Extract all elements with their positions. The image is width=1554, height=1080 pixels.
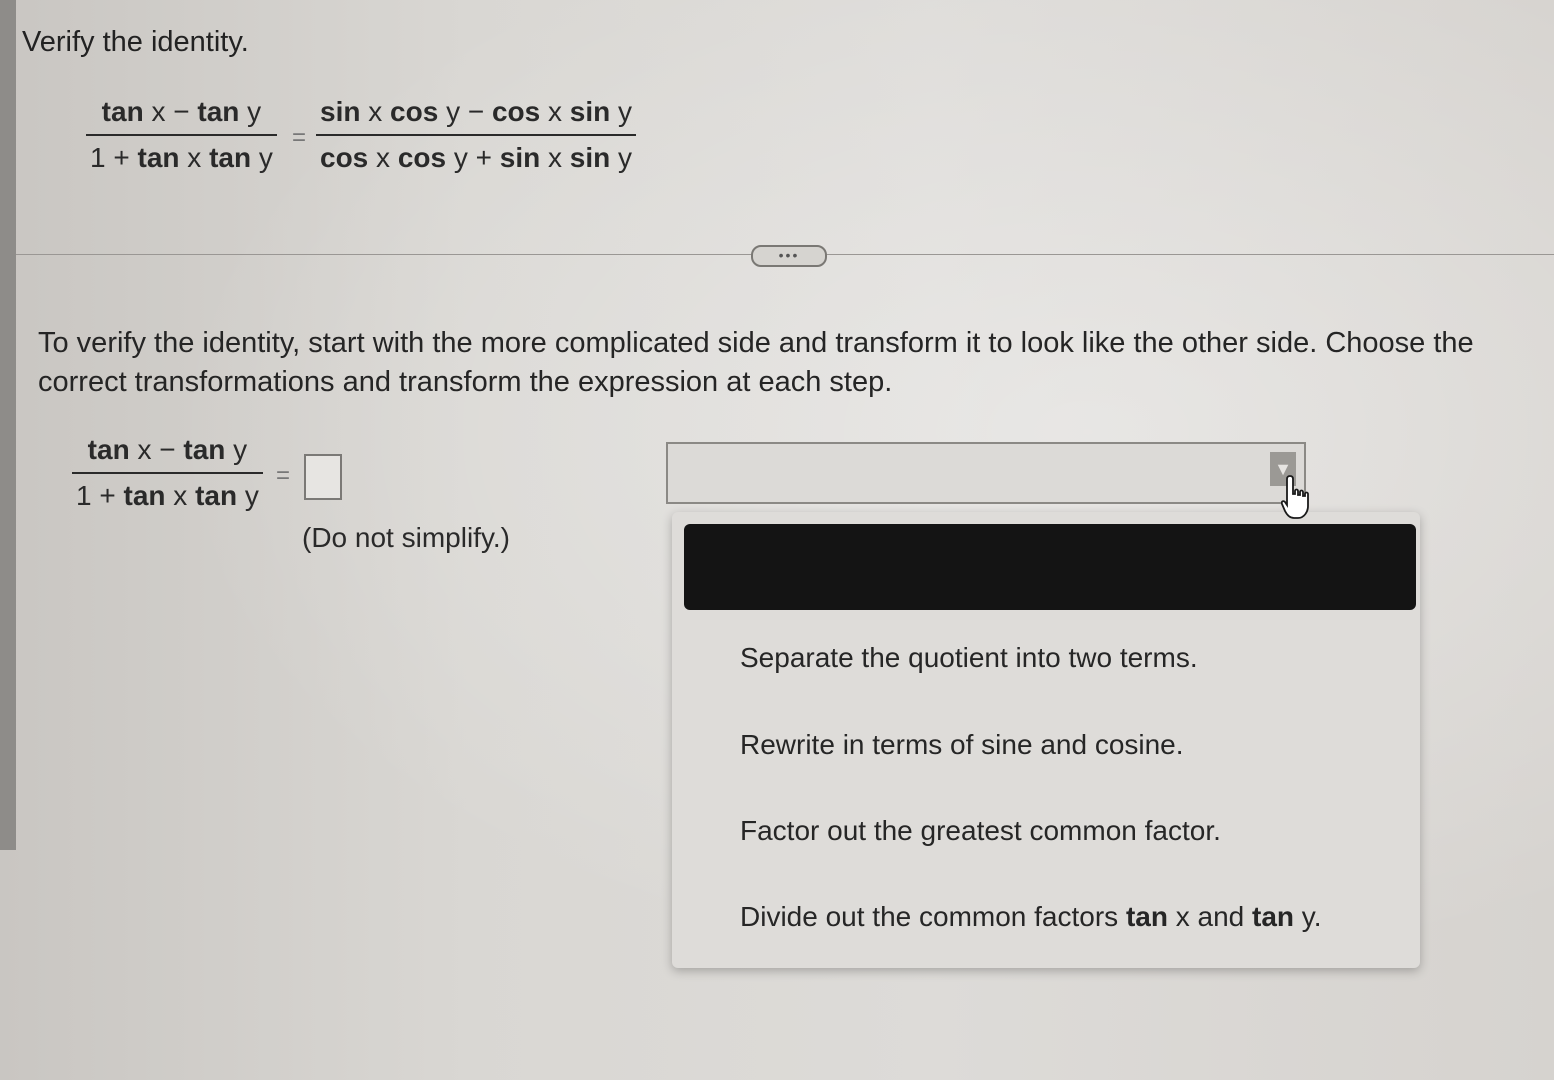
identity-lhs-fraction: tan x − tan y 1 + tan x tan y xyxy=(86,96,277,174)
identity-rhs-denominator: cos x cos y + sin x sin y xyxy=(320,142,633,173)
do-not-simplify-note: (Do not simplify.) xyxy=(302,522,510,553)
dropdown-option-rewrite-sine-cosine[interactable]: Rewrite in terms of sine and cosine. xyxy=(740,729,1184,761)
transformation-select[interactable]: ▼ xyxy=(666,442,1306,504)
dropdown-option-factor-gcf[interactable]: Factor out the greatest common factor. xyxy=(740,815,1221,847)
step-denominator: 1 + tan x tan y xyxy=(76,480,259,511)
identity-lhs-denominator: 1 + tan x tan y xyxy=(90,142,273,173)
identity-rhs-fraction: sin x cos y − cos x sin y cos x cos y + … xyxy=(316,96,637,174)
step-equals-sign: = xyxy=(276,462,291,489)
step-numerator: tan x − tan y xyxy=(72,434,263,474)
instructions-text: To verify the identity, start with the m… xyxy=(38,327,1474,398)
hand-pointer-cursor-icon xyxy=(1281,475,1309,519)
step-fraction: tan x − tan y 1 + tan x tan y xyxy=(72,434,263,512)
screen-bezel xyxy=(0,0,16,850)
transformation-dropdown-list: Separate the quotient into two terms. Re… xyxy=(672,512,1420,968)
more-options-button[interactable]: ••• xyxy=(751,245,827,267)
dropdown-option-divide-common-factors[interactable]: Divide out the common factors tan x and … xyxy=(740,901,1322,933)
answer-input[interactable] xyxy=(304,454,342,500)
dropdown-option-separate-quotient[interactable]: Separate the quotient into two terms. xyxy=(740,642,1198,674)
identity-equals-sign: = xyxy=(292,124,307,151)
identity-lhs-numerator: tan x − tan y xyxy=(86,96,277,136)
dropdown-option-blank[interactable] xyxy=(684,524,1416,610)
identity-rhs-numerator: sin x cos y − cos x sin y xyxy=(316,96,637,136)
question-prompt: Verify the identity. xyxy=(22,26,249,58)
